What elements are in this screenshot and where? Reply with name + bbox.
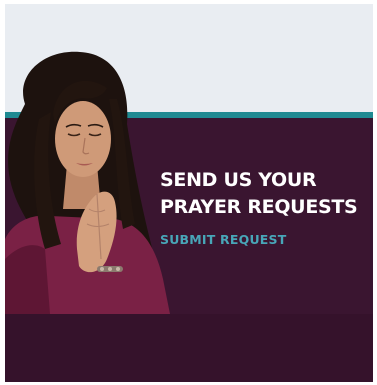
headline-line-2: PRAYER REQUESTS <box>160 196 358 218</box>
banner-headline: SEND US YOUR PRAYER REQUESTS <box>160 167 358 221</box>
submit-request-link[interactable]: SUBMIT REQUEST <box>160 232 286 247</box>
headline-line-1: SEND US YOUR <box>160 169 317 191</box>
prayer-request-banner[interactable]: SEND US YOUR PRAYER REQUESTS SUBMIT REQU… <box>5 4 373 382</box>
banner-bottom-panel <box>5 314 373 382</box>
praying-woman-photo <box>5 51 170 314</box>
